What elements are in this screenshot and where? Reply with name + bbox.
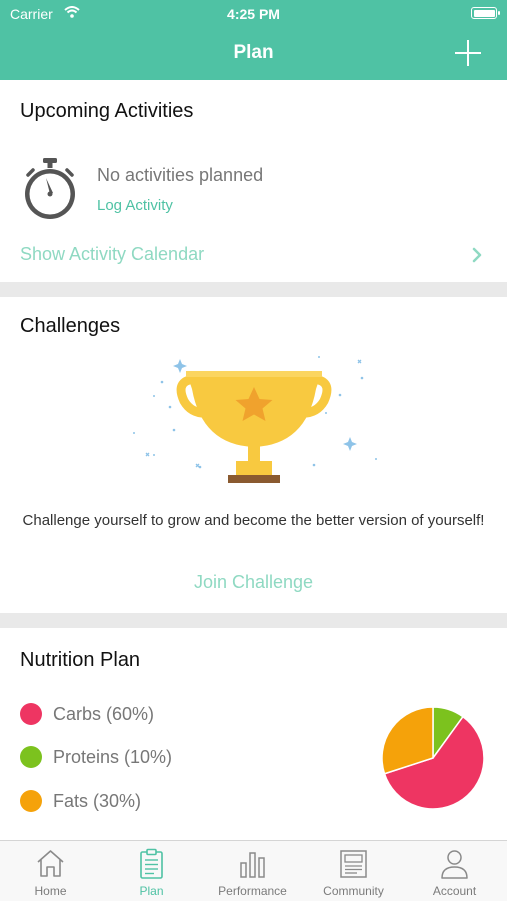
home-icon (37, 850, 64, 877)
carbs-dot (20, 703, 42, 725)
upcoming-activities-title: Upcoming Activities (20, 100, 194, 122)
tab-home[interactable]: Home (0, 841, 101, 901)
tab-label: Performance (218, 884, 287, 898)
nutrition-plan-title: Nutrition Plan (20, 649, 141, 671)
join-challenge-link[interactable]: Join Challenge (0, 572, 507, 593)
tab-label: Home (34, 884, 67, 898)
plus-icon[interactable] (453, 38, 483, 68)
log-activity-link[interactable]: Log Activity (97, 197, 173, 214)
nutrition-pie-chart (381, 706, 485, 810)
bar-chart-icon (240, 852, 265, 878)
nutrition-plan-card: Nutrition Plan Carbs (60%) Proteins (10%… (0, 628, 507, 840)
trophy-icon (133, 356, 377, 483)
fats-dot (20, 790, 42, 812)
clipboard-icon (140, 848, 163, 879)
show-activity-calendar-link[interactable]: Show Activity Calendar (20, 244, 204, 265)
upcoming-activities-card: Upcoming Activities No activities planne… (0, 80, 507, 282)
status-bar: Carrier 4:25 PM (0, 0, 507, 28)
legend-label: Proteins (10%) (53, 747, 173, 767)
newspaper-icon (340, 850, 367, 878)
proteins-dot (20, 746, 42, 768)
status-time: 4:25 PM (227, 6, 280, 22)
tab-label: Plan (139, 884, 164, 898)
page-title: Plan (233, 42, 274, 63)
nav-bar: Plan (0, 28, 507, 80)
tab-label: Community (323, 884, 384, 898)
tab-plan[interactable]: Plan (101, 841, 202, 901)
tab-performance[interactable]: Performance (202, 841, 303, 901)
stopwatch-icon (25, 158, 75, 219)
challenges-title: Challenges (20, 315, 121, 337)
person-icon (441, 850, 468, 879)
legend-label: Fats (30%) (53, 791, 142, 811)
challenges-description: Challenge yourself to grow and become th… (22, 512, 485, 529)
chevron-right-icon[interactable] (471, 246, 483, 264)
tab-account[interactable]: Account (404, 841, 505, 901)
tab-label: Account (432, 884, 477, 898)
legend-label: Carbs (60%) (53, 704, 155, 724)
tab-community[interactable]: Community (303, 841, 404, 901)
no-activities-text: No activities planned (97, 165, 264, 185)
tab-bar: Home Plan Performance Community Account (0, 840, 507, 901)
challenges-card: Challenges Challenge yourself to grow an… (0, 297, 507, 613)
battery-icon (471, 7, 500, 19)
